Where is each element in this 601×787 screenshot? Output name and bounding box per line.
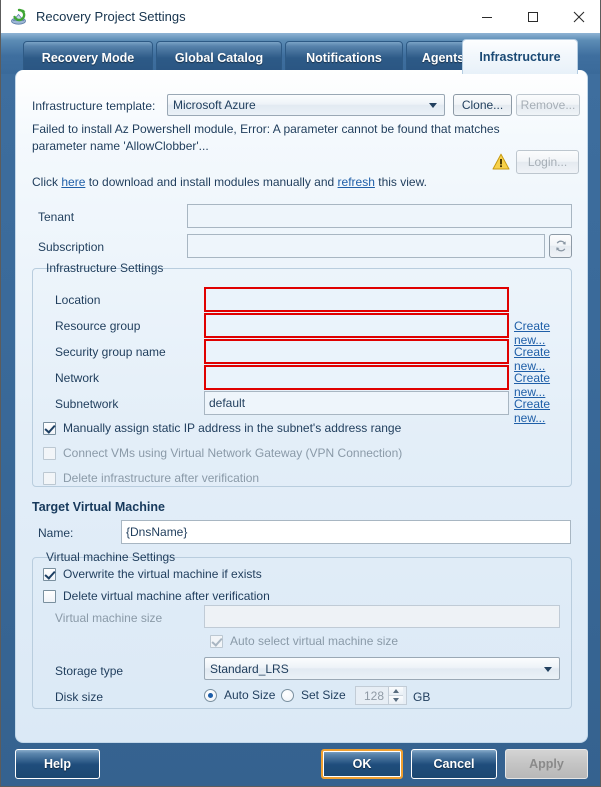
- delete-vm-checkbox-row[interactable]: Delete virtual machine after verificatio…: [43, 589, 270, 603]
- hint-prefix: Click: [32, 175, 62, 189]
- infrastructure-template-label: Infrastructure template:: [32, 99, 156, 113]
- resource-group-label: Resource group: [55, 319, 141, 333]
- subnetwork-label: Subnetwork: [55, 397, 119, 411]
- manually-assign-static-ip-checkbox[interactable]: [43, 421, 56, 435]
- disk-size-spin-buttons: [388, 687, 403, 704]
- location-label: Location: [55, 293, 101, 307]
- storage-type-label: Storage type: [55, 664, 124, 678]
- manual-install-hint: Click here to download and install modul…: [32, 174, 502, 191]
- connect-vms-vpn-label: Connect VMs using Virtual Network Gatewa…: [63, 446, 403, 460]
- tab-infrastructure[interactable]: Infrastructure: [462, 39, 578, 74]
- clone-template-button[interactable]: Clone...: [453, 94, 512, 116]
- refresh-icon[interactable]: [549, 234, 572, 258]
- tenant-label: Tenant: [38, 210, 75, 224]
- auto-size-label: Auto Size: [224, 688, 276, 702]
- auto-select-vm-size-label: Auto select virtual machine size: [230, 634, 399, 648]
- login-button: Login...: [516, 150, 579, 174]
- security-group-name-label: Security group name: [55, 345, 166, 359]
- here-link[interactable]: here: [61, 175, 85, 189]
- target-virtual-machine-heading: Target Virtual Machine: [32, 500, 165, 514]
- infrastructure-settings-title: Infrastructure Settings: [42, 261, 168, 275]
- delete-vm-checkbox[interactable]: [43, 589, 56, 603]
- window-controls: [464, 0, 600, 33]
- auto-select-vm-size-checkbox-row: Auto select virtual machine size: [210, 634, 398, 648]
- resource-group-input[interactable]: [204, 313, 509, 338]
- connect-vms-vpn-checkbox: [43, 446, 56, 460]
- hint-middle: to download and install modules manually…: [85, 175, 338, 189]
- storage-type-value: Standard_LRS: [210, 661, 289, 676]
- vm-settings-title: Virtual machine Settings: [42, 550, 180, 564]
- hint-suffix: this view.: [374, 175, 427, 189]
- location-input[interactable]: [204, 287, 509, 312]
- manually-assign-static-ip-checkbox-row[interactable]: Manually assign static IP address in the…: [43, 421, 401, 435]
- create-new-security-group-link[interactable]: Create new...: [514, 345, 571, 373]
- vm-size-label: Virtual machine size: [55, 611, 163, 625]
- ok-button[interactable]: OK: [321, 749, 403, 779]
- overwrite-vm-checkbox[interactable]: [43, 567, 56, 581]
- overwrite-vm-checkbox-row[interactable]: Overwrite the virtual machine if exists: [43, 567, 262, 581]
- vm-name-label: Name:: [38, 526, 74, 540]
- disk-size-value: 128: [363, 688, 384, 703]
- close-button[interactable]: [556, 0, 600, 33]
- chevron-down-icon: [429, 103, 437, 108]
- auto-select-vm-size-checkbox: [210, 634, 223, 648]
- maximize-button[interactable]: [510, 0, 556, 33]
- dialog-window: Recovery Project Settings Recovery Mode …: [0, 0, 601, 787]
- spin-up-icon: [389, 687, 403, 696]
- window-title: Recovery Project Settings: [36, 9, 186, 24]
- chevron-down-icon: [544, 666, 552, 672]
- create-new-resource-group-link[interactable]: Create new...: [514, 319, 571, 347]
- subnetwork-input[interactable]: default: [204, 391, 509, 415]
- storage-type-combo[interactable]: Standard_LRS: [204, 657, 560, 680]
- subscription-input[interactable]: [187, 234, 545, 258]
- refresh-link[interactable]: refresh: [338, 175, 375, 189]
- delete-vm-label: Delete virtual machine after verificatio…: [63, 589, 270, 603]
- network-label: Network: [55, 371, 100, 385]
- overwrite-vm-label: Overwrite the virtual machine if exists: [63, 567, 262, 581]
- security-group-name-input[interactable]: [204, 339, 509, 364]
- network-input[interactable]: [204, 365, 509, 390]
- create-new-network-link[interactable]: Create new...: [514, 371, 571, 399]
- spin-down-icon: [389, 696, 403, 704]
- delete-infrastructure-checkbox: [43, 471, 56, 485]
- cancel-button[interactable]: Cancel: [411, 749, 497, 779]
- infrastructure-template-value: Microsoft Azure: [173, 98, 256, 112]
- error-message-line2: parameter name 'AllowClobber'...: [32, 139, 209, 153]
- set-size-radio-row[interactable]: Set Size: [281, 688, 346, 702]
- manually-assign-static-ip-label: Manually assign static IP address in the…: [63, 421, 402, 435]
- disk-size-label: Disk size: [55, 690, 104, 704]
- infrastructure-panel: Infrastructure template: Microsoft Azure…: [15, 70, 588, 743]
- set-size-label: Set Size: [301, 688, 346, 702]
- connect-vms-vpn-checkbox-row: Connect VMs using Virtual Network Gatewa…: [43, 446, 402, 460]
- disk-size-stepper: 128: [355, 686, 407, 705]
- disk-size-unit-label: GB: [413, 690, 431, 704]
- create-new-subnetwork-link[interactable]: Create new...: [514, 397, 571, 425]
- vm-size-input: [204, 605, 560, 628]
- infrastructure-settings-group: Infrastructure Settings Location Resourc…: [32, 261, 572, 487]
- remove-template-button: Remove...: [516, 94, 580, 116]
- tenant-input[interactable]: [187, 204, 572, 228]
- title-bar: Recovery Project Settings: [1, 0, 600, 34]
- help-button[interactable]: Help: [15, 749, 100, 779]
- vm-settings-group: Virtual machine Settings Overwrite the v…: [32, 550, 572, 709]
- error-message-line1: Failed to install Az Powershell module, …: [32, 122, 500, 136]
- set-size-radio[interactable]: [281, 688, 294, 702]
- tab-strip: Recovery Mode Global Catalog Notificatio…: [1, 33, 600, 74]
- infrastructure-template-combo[interactable]: Microsoft Azure: [167, 94, 445, 116]
- warning-triangle-icon: [492, 153, 510, 171]
- subscription-label: Subscription: [38, 240, 105, 254]
- recovery-app-icon: [10, 8, 28, 26]
- apply-button: Apply: [505, 749, 588, 779]
- vm-name-input[interactable]: {DnsName}: [121, 520, 571, 544]
- auto-size-radio-row[interactable]: Auto Size: [204, 688, 275, 702]
- delete-infrastructure-checkbox-row: Delete infrastructure after verification: [43, 471, 259, 485]
- minimize-button[interactable]: [464, 0, 510, 33]
- auto-size-radio[interactable]: [204, 688, 217, 702]
- delete-infrastructure-label: Delete infrastructure after verification: [63, 471, 260, 485]
